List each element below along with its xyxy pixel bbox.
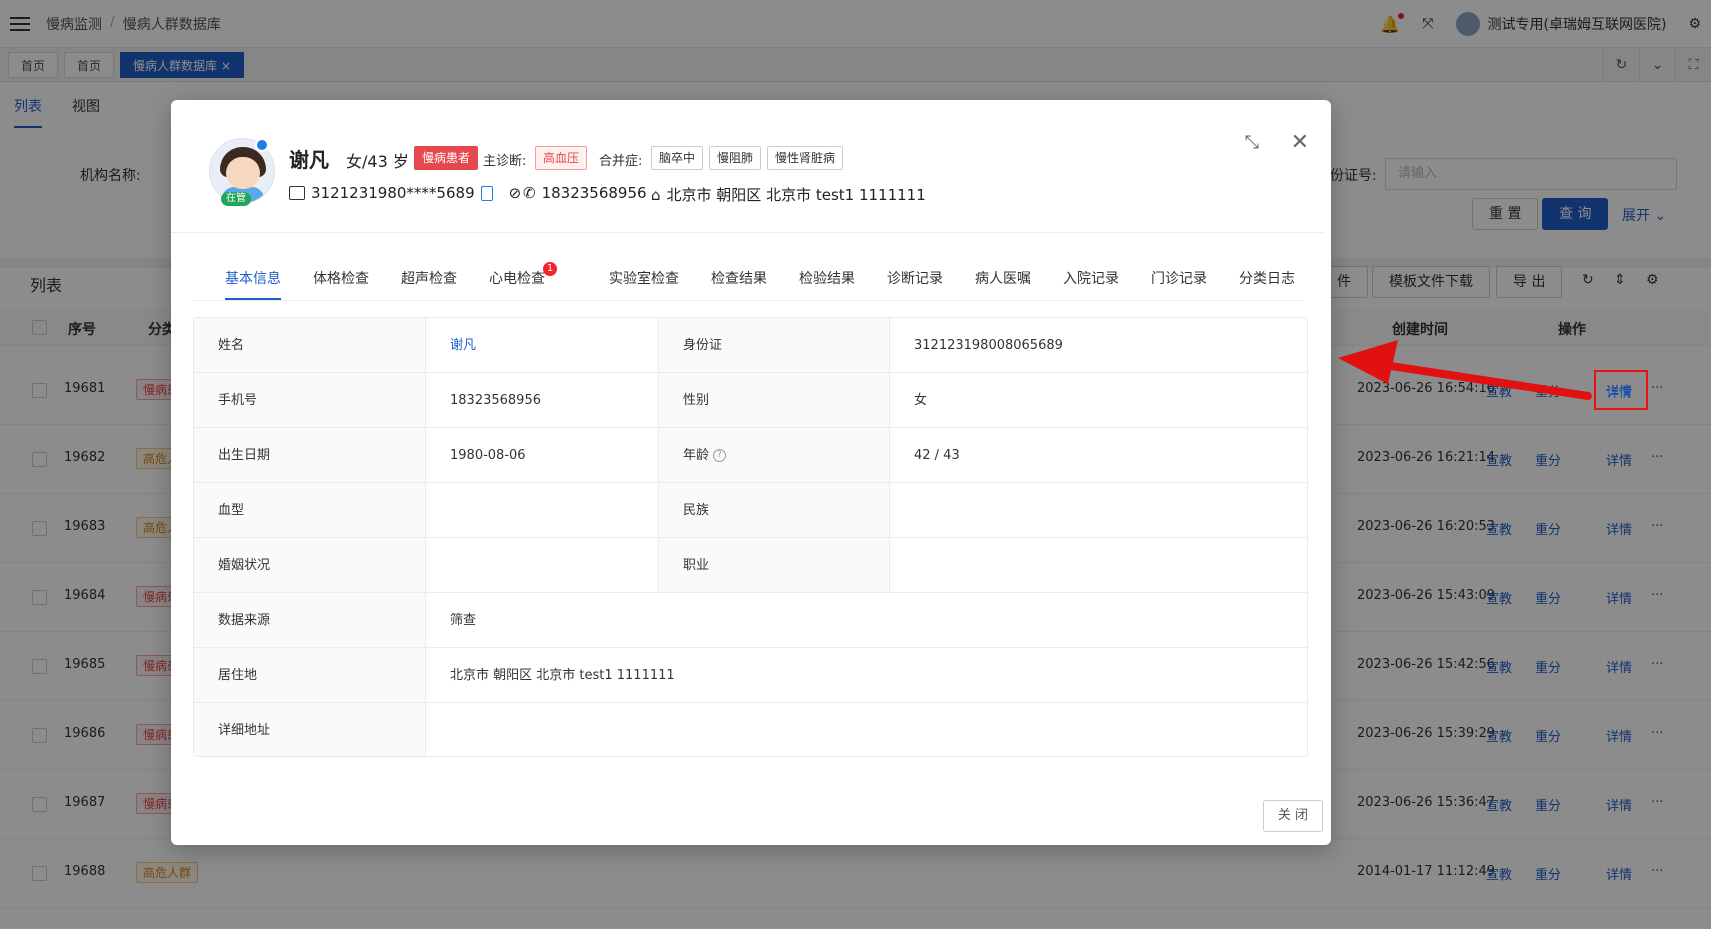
patient-address-line: ⌂ 北京市 朝阳区 北京市 test1 1111111 — [651, 184, 926, 205]
patient-detail-modal: 在管 谢凡 女/43 岁 慢病患者 主诊断: 高血压 合并症: 脑卒中 慢阻肺 … — [171, 100, 1331, 845]
tab-diagnosis[interactable]: 诊断记录 — [887, 268, 943, 300]
field-age-label: 年龄? — [658, 428, 889, 483]
tab-ecg-label: 心电检查 — [489, 271, 545, 287]
main-dx-label: 主诊断: — [483, 154, 527, 169]
field-label: 职业 — [658, 538, 889, 593]
field-blood-value — [425, 483, 658, 538]
tab-physical-exam[interactable]: 体格检查 — [313, 268, 369, 300]
comorbid-label: 合并症: — [599, 154, 643, 169]
tab-ultrasound[interactable]: 超声检查 — [401, 268, 457, 300]
patient-sex-age: 女/43 岁 — [346, 152, 409, 171]
tab-admission[interactable]: 入院记录 — [1063, 268, 1119, 300]
field-phone-value: 18323568956 — [425, 373, 658, 428]
field-label: 数据来源 — [194, 593, 425, 648]
phone-icon: ✆ — [523, 184, 536, 202]
field-label: 详细地址 — [194, 703, 425, 756]
field-label: 出生日期 — [194, 428, 425, 483]
comorbid-tag: 脑卒中 — [651, 146, 704, 170]
patient-id-masked: 3121231980****5689 — [311, 184, 475, 202]
tabs-divider — [193, 300, 1303, 301]
header-divider — [171, 232, 1324, 233]
tab-basic-info[interactable]: 基本信息 — [225, 268, 281, 300]
field-address-value — [425, 703, 1307, 756]
basic-info-grid: 姓名 谢凡 身份证 312123198008065689 手机号 1832356… — [193, 317, 1308, 757]
eye-off-icon[interactable]: ⊘ — [509, 184, 522, 202]
tab-ecg[interactable]: 心电检查 1 — [489, 262, 577, 300]
tab-classification-log[interactable]: 分类日志 — [1239, 268, 1295, 300]
field-label: 婚姻状况 — [194, 538, 425, 593]
field-label: 血型 — [194, 483, 425, 538]
field-job-value — [889, 538, 1307, 593]
id-card-icon — [289, 186, 305, 200]
patient-phone-line: ✆ 18323568956 — [523, 184, 647, 202]
close-button[interactable]: 关 闭 — [1262, 800, 1323, 832]
annotation-highlight-box: 详情 — [1594, 370, 1648, 410]
patient-name: 谢凡 — [289, 148, 329, 172]
field-label: 性别 — [658, 373, 889, 428]
comorbid-tag: 慢阻肺 — [709, 146, 762, 170]
tab-test-results[interactable]: 检验结果 — [799, 268, 855, 300]
annotation-arrow — [1338, 340, 1592, 400]
detail-tabs: 基本信息 体格检查 超声检查 心电检查 1 实验室检查 检查结果 检验结果 诊断记… — [225, 262, 1327, 300]
main-dx-tag: 高血压 — [535, 146, 588, 170]
patient-phone: 18323568956 — [541, 184, 647, 202]
field-source-value: 筛查 — [425, 593, 1307, 648]
tab-orders[interactable]: 病人医嘱 — [975, 268, 1031, 300]
field-id-value: 312123198008065689 — [889, 318, 1307, 373]
field-label: 手机号 — [194, 373, 425, 428]
field-label: 年龄 — [683, 448, 710, 463]
field-label: 姓名 — [194, 318, 425, 373]
patient-id-line: 3121231980****5689 ⊘ — [289, 184, 521, 202]
comorbid-tag: 慢性肾脏病 — [767, 146, 844, 170]
tab-lab[interactable]: 实验室检查 — [609, 268, 679, 300]
collapse-icon[interactable]: ⤡ — [1245, 132, 1259, 153]
field-name-value[interactable]: 谢凡 — [425, 318, 658, 373]
ecg-count-badge: 1 — [543, 262, 557, 276]
field-birth-value: 1980-08-06 — [425, 428, 658, 483]
verified-icon — [255, 138, 269, 152]
field-residence-value: 北京市 朝阳区 北京市 test1 1111111 — [425, 648, 1307, 703]
close-icon[interactable]: ✕ — [1291, 130, 1309, 155]
highlighted-detail-link[interactable]: 详情 — [1606, 382, 1632, 401]
field-marital-value — [425, 538, 658, 593]
help-icon[interactable]: ? — [713, 449, 727, 462]
field-label: 居住地 — [194, 648, 425, 703]
tab-exam-results[interactable]: 检查结果 — [711, 268, 767, 300]
field-label: 民族 — [658, 483, 889, 538]
patient-type-tag: 慢病患者 — [414, 146, 479, 170]
field-sex-value: 女 — [889, 373, 1307, 428]
status-badge: 在管 — [221, 192, 251, 206]
avatar-face — [226, 157, 260, 189]
field-label: 身份证 — [658, 318, 889, 373]
field-age-value: 42 / 43 — [889, 428, 1307, 483]
patient-address: 北京市 朝阳区 北京市 test1 1111111 — [666, 186, 926, 204]
copy-icon[interactable] — [480, 185, 493, 201]
field-ethnic-value — [889, 483, 1307, 538]
home-icon: ⌂ — [651, 185, 661, 204]
tab-outpatient[interactable]: 门诊记录 — [1151, 268, 1207, 300]
